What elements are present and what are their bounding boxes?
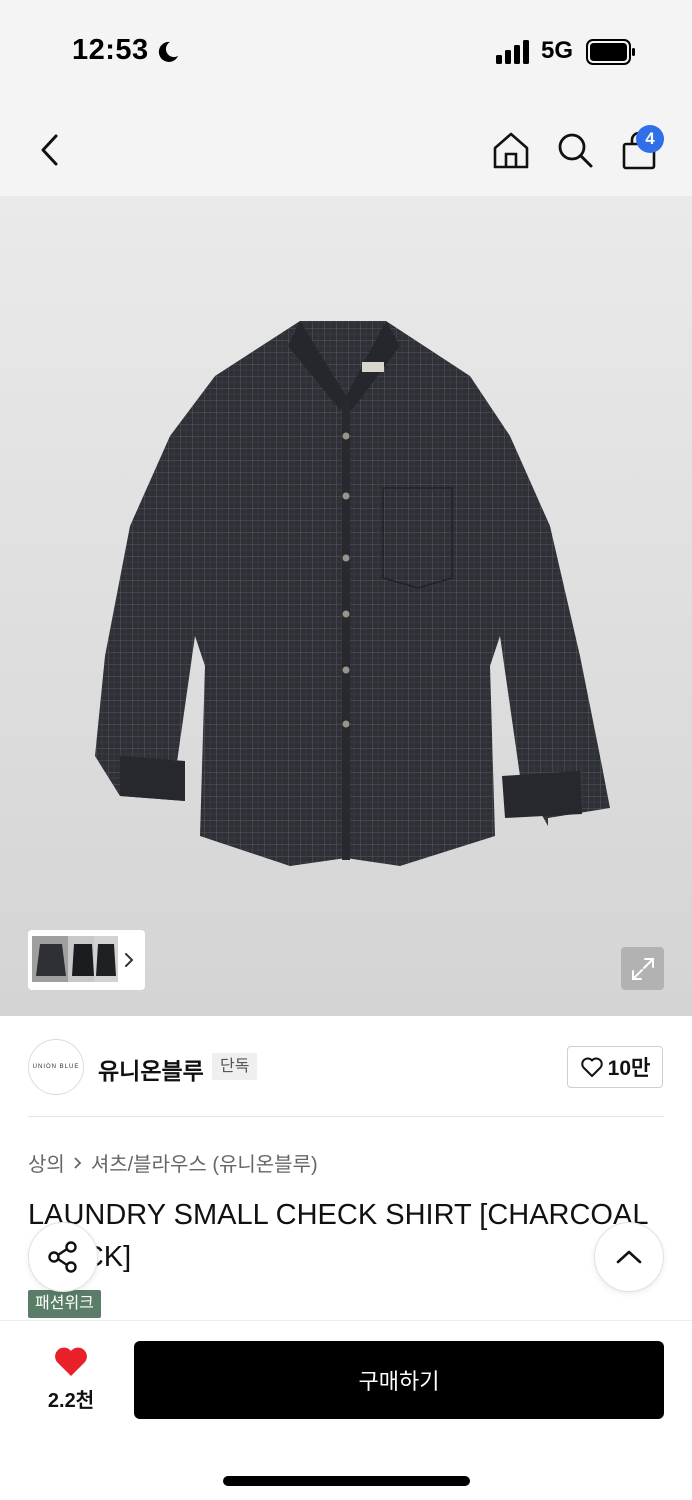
status-time: 12:53 xyxy=(72,34,149,66)
cart-badge: 4 xyxy=(636,125,664,153)
brand-name[interactable]: 유니온블루 xyxy=(98,1052,204,1086)
breadcrumb-subcategory[interactable]: 셔츠/블라우스 (유니온블루) xyxy=(91,1148,318,1177)
brand-like-button[interactable]: 10만 xyxy=(567,1046,663,1088)
wishlist-button[interactable]: 2.2천 xyxy=(36,1346,106,1413)
battery-icon xyxy=(586,39,635,65)
search-button[interactable] xyxy=(555,128,595,172)
chevron-left-icon xyxy=(41,134,58,166)
product-image[interactable] xyxy=(0,196,692,1016)
breadcrumb-category[interactable]: 상의 xyxy=(28,1148,65,1177)
home-indicator xyxy=(223,1476,470,1486)
chevron-up-icon xyxy=(616,1250,642,1264)
exclusive-tag: 단독 xyxy=(212,1053,258,1080)
share-icon xyxy=(48,1241,77,1273)
brand-logo[interactable]: UNION BLUE xyxy=(28,1039,84,1095)
expand-icon xyxy=(631,957,654,980)
product-title: LAUNDRY SMALL CHECK SHIRT [CHARCOAL BLAC… xyxy=(28,1199,648,1273)
season-tag: 패션위크 xyxy=(28,1290,101,1318)
moon-icon xyxy=(158,41,178,62)
heart-outline-icon xyxy=(580,1057,603,1077)
shirt-image xyxy=(95,321,610,866)
chevron-right-icon[interactable] xyxy=(122,946,138,974)
wish-count: 2.2천 xyxy=(47,1390,95,1412)
signal-icon xyxy=(496,40,529,64)
thumbnail-1[interactable] xyxy=(32,936,70,982)
back-button[interactable] xyxy=(30,128,70,172)
search-icon xyxy=(558,133,593,168)
buy-button[interactable]: 구매하기 xyxy=(134,1341,664,1419)
scroll-top-button[interactable] xyxy=(594,1222,664,1292)
brand-like-count: 10만 xyxy=(607,1057,651,1080)
home-button[interactable] xyxy=(491,128,531,172)
divider xyxy=(28,1116,664,1117)
network-label: 5G xyxy=(541,37,574,64)
share-button[interactable] xyxy=(28,1222,98,1292)
heart-filled-icon xyxy=(55,1347,87,1376)
expand-button[interactable] xyxy=(621,947,664,990)
thumbnail-3[interactable] xyxy=(94,936,118,982)
breadcrumb: 상의 셔츠/블라우스 (유니온블루) xyxy=(28,1148,318,1177)
home-icon xyxy=(493,132,529,169)
chevron-right-icon xyxy=(74,1156,82,1169)
